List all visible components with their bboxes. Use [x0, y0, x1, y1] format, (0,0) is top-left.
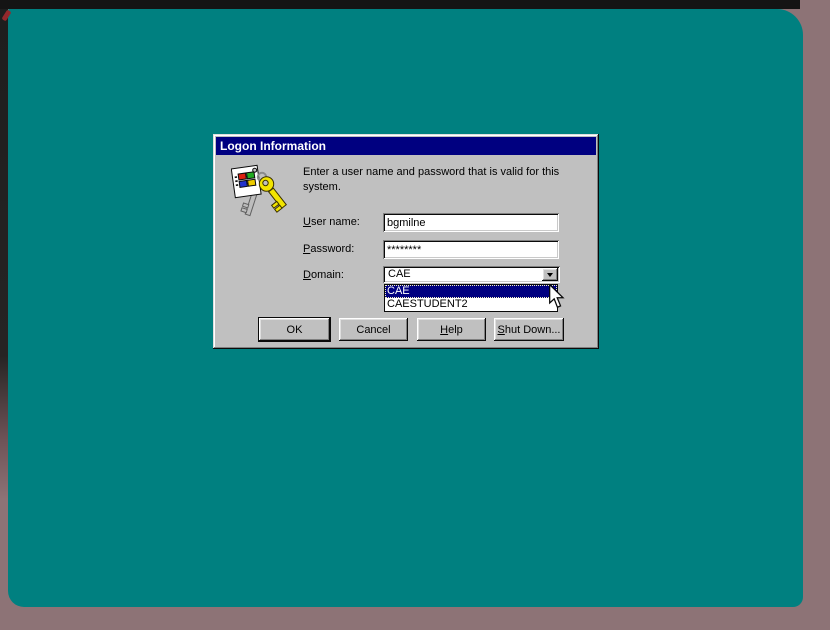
username-input[interactable] — [386, 215, 555, 230]
domain-dropdown-button[interactable] — [542, 268, 558, 281]
domain-option[interactable]: CAESTUDENT2 — [385, 298, 557, 311]
domain-option-selected[interactable]: CAE — [385, 285, 557, 298]
domain-combobox[interactable]: CAE — [383, 266, 560, 283]
instruction-line2: system. — [303, 180, 559, 195]
instruction-text: Enter a user name and password that is v… — [303, 165, 559, 195]
cancel-button[interactable]: Cancel — [339, 318, 408, 341]
logon-key-icon — [231, 162, 293, 230]
username-field — [383, 213, 559, 232]
dialog-titlebar[interactable]: Logon Information — [216, 137, 596, 155]
desktop: Logon Information — [0, 0, 830, 630]
monitor-bezel-left — [0, 9, 8, 607]
domain-combobox-value: CAE — [388, 269, 411, 280]
help-button[interactable]: Help — [417, 318, 486, 341]
shutdown-button[interactable]: Shut Down... — [494, 318, 564, 341]
domain-label: Domain: — [303, 269, 344, 281]
monitor-bezel-top — [0, 0, 800, 9]
domain-dropdown-list: CAE CAESTUDENT2 — [384, 284, 558, 312]
password-input[interactable] — [386, 242, 555, 257]
mouse-cursor-icon — [549, 284, 566, 309]
dialog-title: Logon Information — [220, 139, 326, 153]
password-label: Password: — [303, 243, 354, 255]
password-field — [383, 240, 559, 259]
chevron-down-icon — [547, 273, 553, 277]
logon-dialog: Logon Information — [213, 134, 599, 349]
instruction-line1: Enter a user name and password that is v… — [303, 165, 559, 180]
ok-button[interactable]: OK — [258, 317, 331, 342]
username-label: User name: — [303, 216, 360, 228]
